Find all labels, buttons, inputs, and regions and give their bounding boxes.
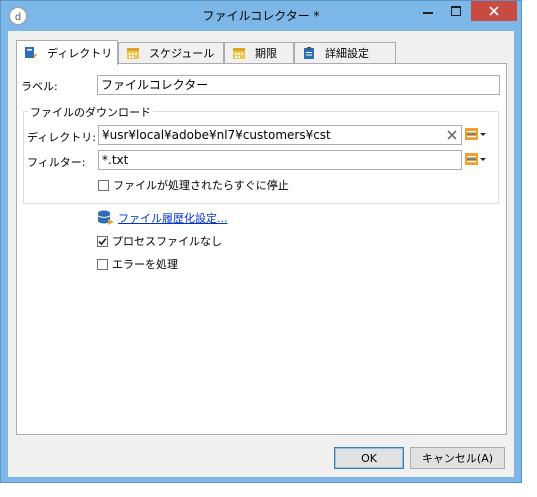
ok-button[interactable]: OK: [334, 447, 404, 469]
maximize-button[interactable]: [442, 1, 470, 21]
expression-list-icon: [465, 128, 486, 140]
expression-editor-button[interactable]: [465, 127, 487, 141]
tab-label: 期限: [255, 47, 277, 60]
handle-errors-checkbox[interactable]: エラーを処理: [97, 256, 178, 272]
no-process-file-checkbox[interactable]: プロセスファイルなし: [97, 233, 222, 249]
minimize-icon: [423, 12, 433, 14]
checkbox-box[interactable]: [97, 235, 108, 247]
directory-input[interactable]: ¥usr¥local¥adobe¥nl7¥customers¥cst: [98, 125, 462, 145]
filter-caption: フィルター:: [27, 156, 86, 169]
tab-directory[interactable]: ディレクトリ: [16, 40, 118, 65]
checkmark-icon: [98, 237, 107, 245]
close-icon: [489, 6, 499, 16]
download-group-title: ファイルのダウンロード: [28, 104, 153, 120]
calendar-icon: [231, 45, 247, 61]
checkbox-label: ファイルが処理されたらすぐに停止: [113, 179, 289, 192]
label-input[interactable]: ファイルコレクター: [97, 75, 500, 95]
folder-download-icon: [23, 45, 39, 61]
filter-expression-button[interactable]: [465, 152, 487, 166]
checkbox-label: エラーを処理: [112, 258, 178, 271]
dialog-window: d ファイルコレクター * ディレクトリ スケジュール 期限 詳細設定 ラベル:…: [0, 0, 522, 483]
history-settings-link[interactable]: ファイル履歴化設定...: [97, 210, 228, 226]
tab-panel-directory: ラベル: ファイルコレクター ファイルのダウンロード ディレクトリ: ¥usr¥…: [16, 63, 507, 435]
database-history-icon: [97, 210, 114, 225]
tab-expiration[interactable]: 期限: [224, 42, 294, 63]
download-group: ファイルのダウンロード ディレクトリ: ¥usr¥local¥adobe¥nl7…: [23, 104, 499, 204]
clipboard-icon: [301, 45, 317, 61]
stop-after-processing-checkbox[interactable]: ファイルが処理されたらすぐに停止: [98, 177, 289, 193]
checkbox-label: プロセスファイルなし: [112, 235, 222, 248]
tab-advanced[interactable]: 詳細設定: [294, 42, 396, 63]
title-bar[interactable]: d ファイルコレクター *: [1, 1, 521, 31]
directory-caption: ディレクトリ:: [27, 131, 96, 144]
tab-label: 詳細設定: [325, 47, 369, 60]
expression-list-icon: [465, 153, 486, 165]
label-caption: ラベル:: [21, 80, 58, 93]
maximize-icon: [451, 6, 461, 16]
tab-label: ディレクトリ: [47, 47, 113, 60]
history-link-label: ファイル履歴化設定...: [118, 212, 228, 225]
calendar-icon: [125, 45, 141, 61]
dialog-client-area: ディレクトリ スケジュール 期限 詳細設定 ラベル: ファイルコレクター ファイ…: [8, 31, 514, 477]
tab-label: スケジュール: [149, 47, 215, 60]
minimize-button[interactable]: [414, 1, 442, 21]
checkbox-box[interactable]: [98, 179, 109, 191]
close-button[interactable]: [471, 1, 517, 21]
filter-input[interactable]: *.txt: [98, 150, 462, 170]
directory-value: ¥usr¥local¥adobe¥nl7¥customers¥cst: [102, 128, 331, 142]
checkbox-box[interactable]: [97, 258, 108, 270]
clear-icon[interactable]: [445, 128, 459, 142]
tab-schedule[interactable]: スケジュール: [118, 42, 224, 63]
cancel-button[interactable]: キャンセル(A): [410, 447, 505, 469]
